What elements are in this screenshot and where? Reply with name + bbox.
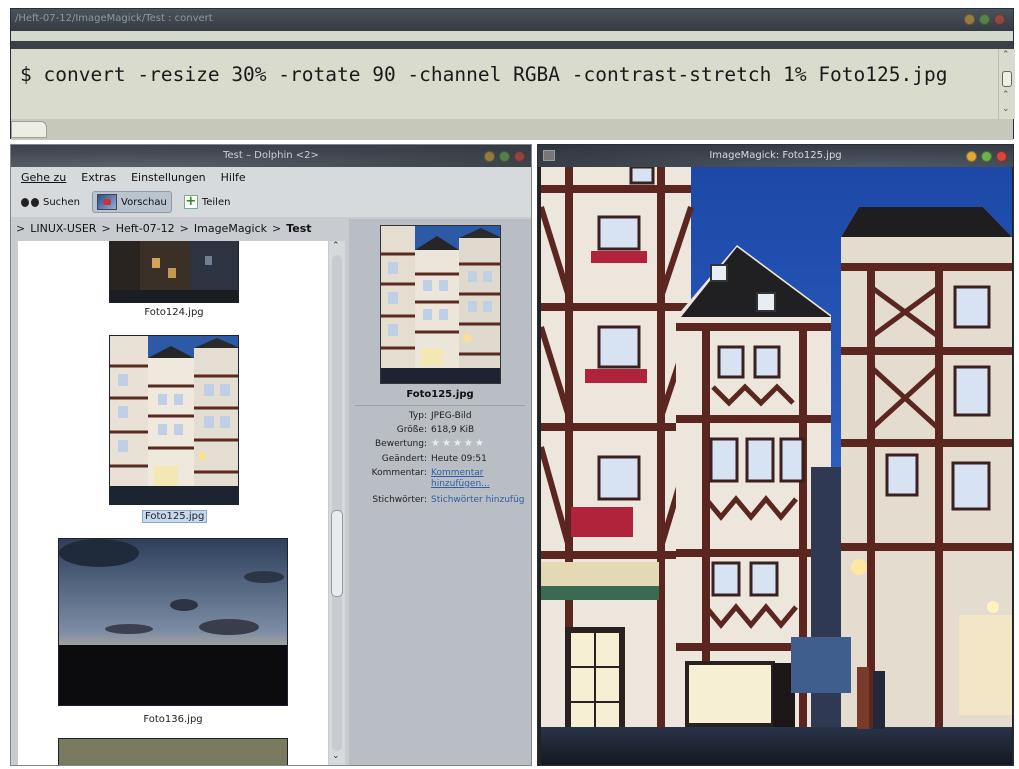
breadcrumb-item-imagemagick[interactable]: ImageMagick bbox=[194, 222, 267, 235]
file-thumbnail-selected[interactable] bbox=[109, 335, 239, 505]
imagemagick-title: ImageMagick: Foto125.jpg bbox=[709, 150, 842, 161]
rating-key: Bewertung: bbox=[375, 439, 427, 449]
breadcrumb: > LINUX-USER > Heft-07-12 > ImageMagick … bbox=[11, 217, 344, 239]
add-comment-link-cont[interactable]: hinzufügen... bbox=[431, 479, 490, 489]
search-button[interactable]: Suchen bbox=[17, 191, 84, 213]
terminal-output[interactable]: $ convert -resize 30% -rotate 90 -channe… bbox=[11, 49, 998, 119]
file-list-scrollbar[interactable]: ⌃ ⌄ bbox=[329, 241, 345, 765]
maximize-icon[interactable] bbox=[979, 14, 990, 25]
preview-file-name: Foto125.jpg bbox=[406, 389, 474, 400]
share-label: Teilen bbox=[201, 196, 231, 208]
search-label: Suchen bbox=[43, 196, 81, 208]
night-street-photo-thumbnail bbox=[110, 241, 238, 302]
menu-hilfe[interactable]: Hilfe bbox=[221, 171, 246, 184]
terminal-window-controls bbox=[964, 14, 1005, 25]
file-thumbnail[interactable] bbox=[109, 241, 239, 303]
scroll-down-icon[interactable]: ⌄ bbox=[332, 751, 340, 761]
preview-icon bbox=[97, 194, 118, 210]
minimize-icon[interactable] bbox=[964, 14, 975, 25]
plus-icon: + bbox=[183, 194, 198, 209]
terminal-scroll-thumb[interactable] bbox=[1002, 71, 1012, 87]
menu-einstellungen[interactable]: Einstellungen bbox=[131, 171, 206, 184]
dusk-sky-photo-thumbnail bbox=[59, 539, 287, 705]
changed-key: Geändert: bbox=[381, 454, 427, 464]
keywords-key: Stichwörter: bbox=[372, 495, 427, 505]
star-icon[interactable]: ★ bbox=[453, 439, 462, 449]
scroll-up-icon[interactable]: ⌃ bbox=[332, 241, 340, 251]
terminal-command-line: $ convert -resize 30% -rotate 90 -channe… bbox=[20, 63, 948, 86]
terminal-title: /Heft-07-12/ImageMagick/Test : convert bbox=[15, 13, 213, 24]
file-list[interactable]: Foto124.jpg Foto125.jpg Foto136.jpg bbox=[18, 241, 328, 765]
close-icon[interactable] bbox=[994, 14, 1005, 25]
breadcrumb-item-heft[interactable]: Heft-07-12 bbox=[116, 222, 175, 235]
menu-extras[interactable]: Extras bbox=[81, 171, 116, 184]
scroll-up-icon[interactable]: ⌃ bbox=[1002, 91, 1010, 100]
binoculars-icon bbox=[21, 196, 39, 208]
menu-extras-label: Extras bbox=[81, 170, 117, 184]
dolphin-title: Test – Dolphin <2> bbox=[223, 150, 319, 161]
chevron-right-icon[interactable]: > bbox=[272, 222, 281, 235]
imagemagick-titlebar[interactable]: ImageMagick: Foto125.jpg bbox=[538, 145, 1013, 167]
menu-gehe-zu-label: Gehe zu bbox=[21, 170, 67, 184]
file-name[interactable]: Foto124.jpg bbox=[109, 307, 239, 318]
type-value: JPEG-Bild bbox=[431, 411, 472, 421]
imagemagick-window: ImageMagick: Foto125.jpg bbox=[537, 144, 1014, 766]
star-icon[interactable]: ★ bbox=[464, 439, 473, 449]
file-name-selected[interactable]: Foto125.jpg bbox=[142, 510, 208, 523]
imagemagick-window-controls bbox=[966, 151, 1007, 162]
divider bbox=[355, 405, 525, 406]
rating-stars[interactable]: ★ ★ ★ ★ ★ bbox=[431, 439, 484, 449]
maximize-icon[interactable] bbox=[499, 151, 510, 162]
add-keywords-link[interactable]: Stichwörter hinzufüg bbox=[431, 495, 525, 505]
half-timbered-houses-photo-thumbnail bbox=[110, 336, 238, 504]
terminal-tab[interactable] bbox=[11, 121, 47, 138]
breadcrumb-item-linux-user[interactable]: LINUX-USER bbox=[30, 222, 96, 235]
dolphin-window: Test – Dolphin <2> Gehe zu Extras Einste… bbox=[10, 144, 532, 766]
size-key: Größe: bbox=[396, 425, 427, 435]
half-timbered-houses-preview bbox=[381, 226, 500, 383]
chevron-right-icon[interactable]: > bbox=[101, 222, 110, 235]
terminal-header-bar bbox=[11, 31, 1013, 41]
dolphin-titlebar[interactable]: Test – Dolphin <2> bbox=[11, 145, 531, 167]
dolphin-window-controls bbox=[484, 151, 525, 162]
star-icon[interactable]: ★ bbox=[431, 439, 440, 449]
star-icon[interactable]: ★ bbox=[442, 439, 451, 449]
file-name[interactable]: Foto136.jpg bbox=[58, 714, 288, 725]
breadcrumb-item-test[interactable]: Test bbox=[286, 222, 311, 235]
scroll-down-icon[interactable]: ⌄ bbox=[1002, 105, 1010, 114]
terminal-tab-bar bbox=[11, 119, 1013, 140]
terminal-window: /Heft-07-12/ImageMagick/Test : convert $… bbox=[10, 8, 1015, 140]
star-icon[interactable]: ★ bbox=[475, 439, 484, 449]
scroll-track[interactable] bbox=[332, 255, 342, 751]
preview-label: Vorschau bbox=[121, 196, 167, 208]
chevron-right-icon[interactable]: > bbox=[16, 222, 25, 235]
maximize-icon[interactable] bbox=[981, 151, 992, 162]
terminal-scrollbar[interactable]: ⌃ ⌃ ⌄ bbox=[998, 49, 1015, 119]
add-comment-link[interactable]: Kommentar bbox=[431, 468, 483, 478]
menu-bar: Gehe zu Extras Einstellungen Hilfe bbox=[11, 167, 531, 187]
menu-hilfe-label: Hilfe bbox=[220, 170, 246, 184]
file-thumbnail[interactable] bbox=[58, 538, 288, 706]
information-panel: Foto125.jpg Typ: JPEG-Bild Größe: 618,9 … bbox=[349, 219, 531, 765]
type-key: Typ: bbox=[408, 411, 427, 421]
file-thumbnail[interactable] bbox=[58, 738, 288, 765]
toolbar: Suchen Vorschau + Teilen bbox=[11, 187, 531, 217]
menu-einstellungen-label: Einstellungen bbox=[131, 170, 206, 184]
comment-key: Kommentar: bbox=[371, 468, 427, 478]
scroll-up-icon[interactable]: ⌃ bbox=[1002, 51, 1010, 60]
share-button[interactable]: + Teilen bbox=[180, 191, 235, 213]
minimize-icon[interactable] bbox=[966, 151, 977, 162]
preview-image bbox=[380, 225, 501, 384]
terminal-titlebar[interactable]: /Heft-07-12/ImageMagick/Test : convert bbox=[11, 9, 1013, 31]
close-icon[interactable] bbox=[996, 151, 1007, 162]
size-value: 618,9 KiB bbox=[431, 425, 475, 435]
chevron-right-icon[interactable]: > bbox=[180, 222, 189, 235]
changed-value: Heute 09:51 bbox=[431, 454, 487, 464]
menu-gehe-zu[interactable]: Gehe zu bbox=[21, 171, 66, 184]
image-display-canvas[interactable] bbox=[541, 167, 1012, 766]
minimize-icon[interactable] bbox=[484, 151, 495, 162]
close-icon[interactable] bbox=[514, 151, 525, 162]
preview-toggle-button[interactable]: Vorschau bbox=[92, 191, 172, 213]
scroll-thumb[interactable] bbox=[331, 510, 343, 597]
